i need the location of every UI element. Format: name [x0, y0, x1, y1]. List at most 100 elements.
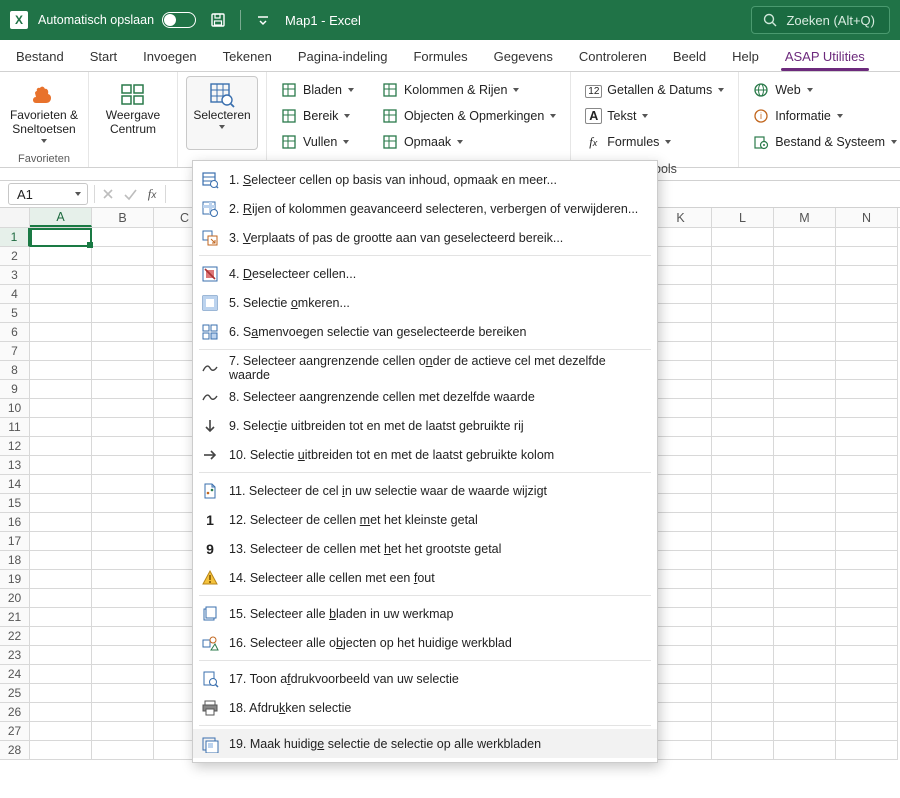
- menu-item[interactable]: 5. Selectie omkeren...: [193, 288, 657, 317]
- column-header[interactable]: K: [650, 208, 712, 227]
- cell[interactable]: [92, 627, 154, 646]
- cell[interactable]: [712, 494, 774, 513]
- menu-item[interactable]: 9. Selectie uitbreiden tot en met de laa…: [193, 411, 657, 440]
- cell[interactable]: [30, 551, 92, 570]
- cell[interactable]: [650, 342, 712, 361]
- cell[interactable]: [712, 532, 774, 551]
- column-header[interactable]: L: [712, 208, 774, 227]
- cell[interactable]: [712, 608, 774, 627]
- tab-layout[interactable]: Pagina-indeling: [286, 43, 400, 71]
- cell[interactable]: [712, 342, 774, 361]
- cell[interactable]: [774, 399, 836, 418]
- cell[interactable]: [650, 627, 712, 646]
- autosave-control[interactable]: Automatisch opslaan: [38, 12, 196, 28]
- cell[interactable]: [92, 399, 154, 418]
- row-header[interactable]: 4: [0, 285, 30, 304]
- cell[interactable]: [650, 532, 712, 551]
- cell[interactable]: [92, 551, 154, 570]
- tab-help[interactable]: Help: [720, 43, 771, 71]
- cell[interactable]: [836, 646, 898, 665]
- cell[interactable]: [650, 646, 712, 665]
- row-header[interactable]: 3: [0, 266, 30, 285]
- cell[interactable]: [836, 361, 898, 380]
- cell[interactable]: [650, 494, 712, 513]
- cell[interactable]: [92, 646, 154, 665]
- cell[interactable]: [836, 513, 898, 532]
- ribbon-btn-bladen[interactable]: Bladen: [275, 78, 360, 102]
- cell[interactable]: [774, 722, 836, 741]
- column-header[interactable]: M: [774, 208, 836, 227]
- menu-item[interactable]: 6. Samenvoegen selectie van geselecteerd…: [193, 317, 657, 346]
- tab-insert[interactable]: Invoegen: [131, 43, 209, 71]
- cell[interactable]: [30, 627, 92, 646]
- cell[interactable]: [650, 665, 712, 684]
- cell[interactable]: [650, 551, 712, 570]
- cell[interactable]: [650, 741, 712, 760]
- cell[interactable]: [92, 665, 154, 684]
- cell[interactable]: [836, 665, 898, 684]
- cell[interactable]: [712, 285, 774, 304]
- cell[interactable]: [30, 323, 92, 342]
- cell[interactable]: [650, 456, 712, 475]
- cell[interactable]: [92, 570, 154, 589]
- cell[interactable]: [650, 228, 712, 247]
- cell[interactable]: [30, 266, 92, 285]
- cell[interactable]: [836, 722, 898, 741]
- cell[interactable]: [30, 570, 92, 589]
- cell[interactable]: [650, 323, 712, 342]
- row-header[interactable]: 18: [0, 551, 30, 570]
- cell[interactable]: [92, 418, 154, 437]
- select-dropdown-button[interactable]: Selecteren: [186, 76, 258, 150]
- cell[interactable]: [30, 456, 92, 475]
- cell[interactable]: [774, 266, 836, 285]
- display-center-button[interactable]: Weergave Centrum: [97, 76, 169, 150]
- cell[interactable]: [650, 570, 712, 589]
- cell[interactable]: [92, 684, 154, 703]
- cell[interactable]: [836, 494, 898, 513]
- cell[interactable]: [30, 494, 92, 513]
- row-header[interactable]: 25: [0, 684, 30, 703]
- cell[interactable]: [92, 532, 154, 551]
- cell[interactable]: [712, 513, 774, 532]
- cell[interactable]: [774, 285, 836, 304]
- tab-home[interactable]: Start: [78, 43, 129, 71]
- cell[interactable]: [92, 342, 154, 361]
- column-header[interactable]: N: [836, 208, 898, 227]
- cell[interactable]: [774, 437, 836, 456]
- menu-item[interactable]: 11. Selecteer de cel in uw selectie waar…: [193, 476, 657, 505]
- cell[interactable]: [836, 627, 898, 646]
- cell[interactable]: [30, 513, 92, 532]
- ribbon-btn-kolrij[interactable]: Kolommen & Rijen: [376, 78, 562, 102]
- cancel-formula-button[interactable]: [97, 183, 119, 205]
- row-header[interactable]: 16: [0, 513, 30, 532]
- cell[interactable]: [836, 285, 898, 304]
- cell[interactable]: [774, 589, 836, 608]
- cell[interactable]: [836, 247, 898, 266]
- cell[interactable]: [30, 437, 92, 456]
- cell[interactable]: [30, 380, 92, 399]
- cell[interactable]: [712, 399, 774, 418]
- cell[interactable]: [712, 456, 774, 475]
- row-header[interactable]: 9: [0, 380, 30, 399]
- cell[interactable]: [30, 399, 92, 418]
- menu-item[interactable]: 15. Selecteer alle bladen in uw werkmap: [193, 599, 657, 628]
- row-header[interactable]: 2: [0, 247, 30, 266]
- save-button[interactable]: [206, 8, 230, 32]
- row-header[interactable]: 5: [0, 304, 30, 323]
- cell[interactable]: [92, 741, 154, 760]
- cell[interactable]: [92, 589, 154, 608]
- cell[interactable]: [30, 361, 92, 380]
- cell[interactable]: [92, 456, 154, 475]
- menu-item[interactable]: 1. Selecteer cellen op basis van inhoud,…: [193, 165, 657, 194]
- search-box[interactable]: Zoeken (Alt+Q): [751, 6, 890, 34]
- cell[interactable]: [712, 380, 774, 399]
- cell[interactable]: [92, 304, 154, 323]
- row-header[interactable]: 6: [0, 323, 30, 342]
- cell[interactable]: [92, 608, 154, 627]
- cell[interactable]: [650, 513, 712, 532]
- cell[interactable]: [774, 475, 836, 494]
- cell[interactable]: [92, 494, 154, 513]
- ribbon-btn-objopm[interactable]: Objecten & Opmerkingen: [376, 104, 562, 128]
- cell[interactable]: [712, 323, 774, 342]
- cell[interactable]: [30, 247, 92, 266]
